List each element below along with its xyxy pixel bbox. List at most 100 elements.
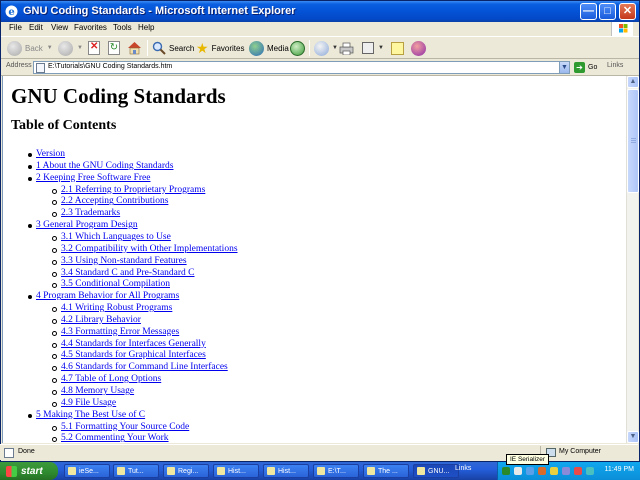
home-icon (127, 41, 142, 55)
messenger-button[interactable] (411, 39, 426, 57)
toc-link-subsection[interactable]: 4.7 Table of Long Options (61, 374, 161, 384)
edit-button[interactable]: ▼ (362, 39, 384, 57)
toc-link-subsection[interactable]: 4.9 File Usage (61, 398, 116, 408)
network-icon[interactable] (502, 467, 510, 475)
scroll-down-button[interactable]: ▼ (627, 431, 639, 443)
go-button[interactable]: ➔ Go (574, 61, 597, 74)
maximize-icon: □ (604, 5, 611, 17)
home-button[interactable] (127, 39, 142, 57)
toc-link-subsection[interactable]: 3.5 Conditional Compilation (61, 279, 170, 289)
toc-link-section[interactable]: 5 Making The Best Use of C (36, 410, 145, 420)
toc-link-subsection[interactable]: 4.1 Writing Robust Programs (61, 303, 172, 313)
taskbar-button[interactable]: Tut... (113, 464, 159, 478)
title-bar[interactable]: e GNU Coding Standards - Microsoft Inter… (1, 1, 639, 22)
maximize-button[interactable]: □ (599, 3, 616, 20)
tray-app-icon[interactable] (574, 467, 582, 475)
notes-button[interactable] (391, 39, 404, 57)
toc-link-subsection[interactable]: 3.1 Which Languages to Use (61, 232, 171, 242)
taskbar-button[interactable]: E:\T... (313, 464, 359, 478)
refresh-button[interactable]: ↻ (108, 39, 120, 57)
toc-link-subsection[interactable]: 3.4 Standard C and Pre-Standard C (61, 268, 195, 278)
toc-link-subsection[interactable]: 5.1 Formatting Your Source Code (61, 422, 189, 432)
toc-link-subsection[interactable]: 2.1 Referring to Proprietary Programs (61, 185, 205, 195)
tray-app-icon[interactable] (526, 467, 534, 475)
toc-link-subsection[interactable]: 5.2 Commenting Your Work (61, 433, 169, 443)
toc-link-section[interactable]: 1 About the GNU Coding Standards (36, 161, 173, 171)
toc-link-subsection[interactable]: 4.4 Standards for Interfaces Generally (61, 339, 206, 349)
favorites-label: Favorites (211, 43, 245, 53)
chevron-down-icon: ▼ (629, 433, 637, 440)
taskbar-button-label: The ... (378, 467, 398, 475)
menu-view[interactable]: View (51, 23, 68, 32)
address-bar: Address E:\Tutorials\GNU Coding Standard… (1, 59, 639, 76)
menu-favorites[interactable]: Favorites (74, 23, 107, 32)
search-icon (152, 41, 166, 55)
toc-link-subsection[interactable]: 2.2 Accepting Contributions (61, 196, 168, 206)
taskbar-button[interactable]: The ... (363, 464, 409, 478)
internet-explorer-icon: e (4, 4, 19, 19)
toc-link-subsection[interactable]: 3.2 Compatibility with Other Implementat… (61, 244, 238, 254)
scroll-up-button[interactable]: ▲ (627, 76, 639, 88)
toc-link-section[interactable]: Version (36, 149, 65, 159)
scroll-thumb[interactable] (627, 89, 639, 193)
toc-link-subsection[interactable]: 3.3 Using Non-standard Features (61, 256, 187, 266)
toc-link-section[interactable]: 4 Program Behavior for All Programs (36, 291, 179, 301)
history-button[interactable] (290, 39, 305, 57)
close-button[interactable]: ✕ (619, 3, 636, 20)
menu-tools[interactable]: Tools (113, 23, 132, 32)
standard-toolbar: Back ▼ ▼ ✕ ↻ Search ★ Favorites Media ▼ … (1, 36, 639, 59)
mail-button[interactable]: ▼ (314, 39, 338, 57)
menu-file[interactable]: File (9, 23, 22, 32)
address-dropdown-button[interactable]: ▼ (559, 61, 570, 74)
forward-button[interactable]: ▼ (58, 39, 83, 57)
print-button[interactable] (339, 39, 354, 57)
star-icon: ★ (196, 40, 209, 56)
menu-edit[interactable]: Edit (29, 23, 43, 32)
media-globe-icon (249, 40, 264, 56)
media-button[interactable]: Media (249, 39, 289, 57)
taskbar-links[interactable]: Links (455, 465, 471, 472)
minimize-icon: — (583, 5, 594, 17)
minimize-button[interactable]: — (580, 3, 597, 20)
tray-app-icon[interactable] (586, 467, 594, 475)
toc-link-section[interactable]: 2 Keeping Free Software Free (36, 173, 151, 183)
tray-app-icon[interactable] (514, 467, 522, 475)
clock[interactable]: 11:49 PM (605, 466, 634, 473)
toc-link-subsection[interactable]: 4.8 Memory Usage (61, 386, 134, 396)
taskbar-button[interactable]: GNU... (413, 464, 459, 478)
toc-link-subsection[interactable]: 4.2 Library Behavior (61, 315, 141, 325)
window-icon (68, 467, 76, 475)
taskbar-button[interactable]: Regi... (163, 464, 209, 478)
back-button[interactable]: Back ▼ (7, 39, 53, 57)
toc-link-section[interactable]: 3 General Program Design (36, 220, 138, 230)
start-button[interactable]: start (0, 462, 58, 480)
search-button[interactable]: Search (152, 39, 194, 57)
toc-link-subsection[interactable]: 4.6 Standards for Command Line Interface… (61, 362, 228, 372)
taskbar-button-label: Hist... (278, 467, 296, 475)
volume-icon[interactable] (562, 467, 570, 475)
favorites-button[interactable]: ★ Favorites (196, 39, 244, 57)
stop-icon: ✕ (88, 41, 100, 55)
address-input[interactable]: E:\Tutorials\GNU Coding Standards.htm (33, 61, 568, 74)
mail-icon (314, 40, 329, 56)
vertical-scrollbar[interactable]: ▲ ▼ (626, 76, 639, 443)
links-label[interactable]: Links (607, 62, 623, 69)
tray-app-icon[interactable] (538, 467, 546, 475)
stop-button[interactable]: ✕ (88, 39, 100, 57)
media-label: Media (267, 43, 289, 53)
toc-bullet-circle (52, 283, 57, 289)
taskbar-button-label: E:\T... (328, 467, 346, 475)
toolbar-separator (147, 40, 148, 56)
toc-link-subsection[interactable]: 2.3 Trademarks (61, 208, 120, 218)
window-icon (317, 467, 325, 475)
tray-app-icon[interactable] (550, 467, 558, 475)
page-content[interactable]: GNU Coding Standards Table of Contents V… (2, 76, 626, 443)
toc-link-subsection[interactable]: 4.5 Standards for Graphical Interfaces (61, 350, 206, 360)
menu-help[interactable]: Help (138, 23, 154, 32)
toc-link-subsection[interactable]: 4.3 Formatting Error Messages (61, 327, 179, 337)
taskbar-button[interactable]: ieSe... (64, 464, 110, 478)
chevron-down-icon: ▼ (77, 45, 83, 51)
taskbar-button[interactable]: Hist... (213, 464, 259, 478)
taskbar-button[interactable]: Hist... (263, 464, 309, 478)
toc-bullet-disc (28, 295, 32, 300)
